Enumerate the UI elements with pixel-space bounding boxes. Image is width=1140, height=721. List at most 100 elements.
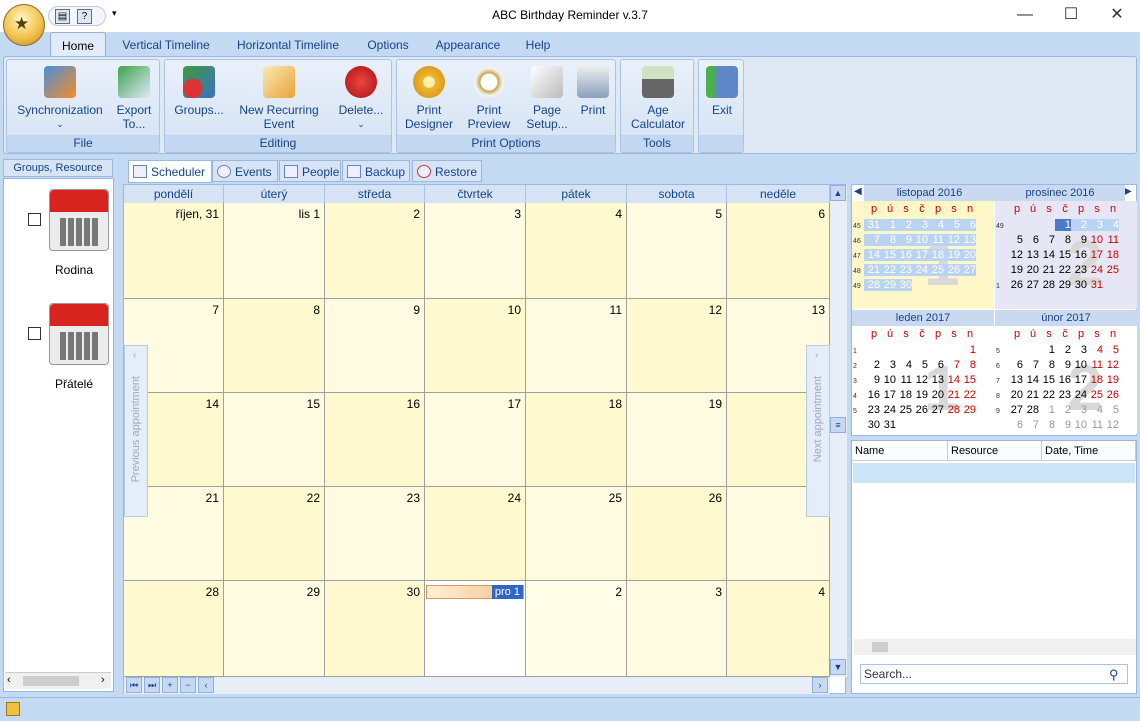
calendar-day[interactable]: 16 [1055,374,1071,386]
calendar-day[interactable]: 18 [928,249,944,261]
list-horizontal-scrollbar[interactable] [854,639,1136,655]
calendar-day[interactable]: 24 [1071,389,1087,401]
tab-events[interactable]: Events [212,160,278,182]
column-header-date-time[interactable]: Date, Time [1042,441,1136,461]
calendar-day[interactable]: 27 [1023,279,1039,291]
calendar-day[interactable]: 6 [1023,234,1039,246]
calendar-day[interactable]: 8 [1039,359,1055,371]
calendar-day[interactable]: 21 [1023,389,1039,401]
calendar-day[interactable]: 27 [928,404,944,416]
calendar-day[interactable]: 2 [896,219,912,231]
calendar-day[interactable]: 29 [880,279,896,291]
calendar-day[interactable]: 3 [1071,404,1087,416]
print-button[interactable]: Print [573,66,613,117]
calendar-day[interactable]: 30 [896,279,912,291]
calendar-day[interactable]: 3 [912,219,928,231]
scroll-left-icon[interactable]: ‹ [198,677,214,693]
calendar-day[interactable]: 23 [1055,389,1071,401]
day-cell[interactable]: 5 [627,203,727,299]
calendar-day[interactable]: 17 [1087,249,1103,261]
scheduler-vertical-scrollbar[interactable]: ▲ ≡ ▼ [830,185,847,677]
calendar-day[interactable]: 26 [1103,389,1119,401]
calendar-day[interactable]: 4 [1087,404,1103,416]
day-cell[interactable]: 17 [425,393,526,487]
day-cell[interactable]: 3 [627,581,727,677]
appointment[interactable]: pro 1 [426,585,524,599]
calendar-day[interactable]: 20 [1023,264,1039,276]
calendar-day[interactable]: 3 [1087,219,1103,231]
calendar-day[interactable]: 23 [896,264,912,276]
day-cell[interactable]: 25 [526,487,627,581]
month-title[interactable]: únor 2017 [995,310,1137,326]
calendar-day[interactable]: 26 [912,404,928,416]
calendar-day[interactable]: 18 [1103,249,1119,261]
calendar-day[interactable]: 9 [864,374,880,386]
calendar-day[interactable]: 3 [1071,344,1087,356]
calendar-day[interactable]: 27 [1007,404,1023,416]
tab-backup[interactable]: Backup [342,160,410,182]
calendar-day[interactable]: 29 [1055,279,1071,291]
calendar-day[interactable]: 12 [1103,419,1119,431]
scroll-right-icon[interactable]: › [812,677,828,693]
calendar-day[interactable]: 1 [880,219,896,231]
calendar-day[interactable]: 22 [1055,264,1071,276]
calendar-day[interactable]: 9 [1071,234,1087,246]
calendar-day[interactable]: 11 [1087,359,1103,371]
tab-horizontal-timeline[interactable]: Horizontal Timeline [228,32,348,56]
calendar-day[interactable]: 1 [1039,344,1055,356]
calendar-day[interactable]: 19 [912,389,928,401]
day-cell[interactable]: 28 [124,581,224,677]
exit-button[interactable]: Exit [703,66,741,117]
scroll-thumb[interactable] [872,642,888,652]
calendar-day[interactable]: 11 [928,234,944,246]
delete-button[interactable]: Delete... ⌄ [335,66,387,131]
calendar-day[interactable]: 14 [944,374,960,386]
calendar-day[interactable]: 13 [1023,249,1039,261]
calendar-day[interactable]: 18 [896,389,912,401]
column-header-resource[interactable]: Resource [948,441,1042,461]
calendar-day[interactable]: 22 [1039,389,1055,401]
calendar-day[interactable]: 21 [864,264,880,276]
calendar-day[interactable]: 18 [1087,374,1103,386]
calendar-day[interactable]: 5 [1103,344,1119,356]
maximize-button[interactable]: ☐ [1048,0,1094,30]
calendar-day[interactable]: 2 [864,359,880,371]
export-button[interactable]: Export To... [111,66,157,131]
day-cell[interactable]: 12 [627,299,727,393]
day-cell[interactable]: 26 [627,487,727,581]
resource-horizontal-scrollbar[interactable]: ‹ › [5,672,111,689]
calendar-day[interactable]: 5 [1007,234,1023,246]
day-cell[interactable]: 29 [224,581,325,677]
resource-checkbox[interactable] [28,327,41,340]
calendar-day[interactable]: 14 [864,249,880,261]
calendar-day[interactable]: 3 [880,359,896,371]
calendar-day[interactable]: 4 [1103,219,1119,231]
resource-item[interactable]: Přátelé [4,297,115,407]
application-menu-button[interactable]: ★ [3,4,45,46]
calendar-day[interactable]: 14 [1039,249,1055,261]
day-cell[interactable]: 4 [526,203,627,299]
scroll-down-icon[interactable]: ▼ [830,659,846,675]
scroll-left-icon[interactable]: ‹ [7,674,11,686]
calendar-day[interactable]: 8 [880,234,896,246]
tab-help[interactable]: Help [518,32,558,56]
calendar-day[interactable]: 12 [1007,249,1023,261]
day-cell[interactable]: 10 [425,299,526,393]
calendar-day[interactable]: 12 [1103,359,1119,371]
calendar-day[interactable]: 26 [1007,279,1023,291]
calendar-day[interactable]: 28 [864,279,880,291]
close-button[interactable]: ✕ [1094,0,1140,30]
groups-button[interactable]: Groups... [171,66,227,117]
calendar-day[interactable]: 5 [944,219,960,231]
column-header-name[interactable]: Name [852,441,948,461]
calendar-day[interactable]: 12 [912,374,928,386]
calendar-day[interactable]: 9 [1055,359,1071,371]
calendar-day[interactable]: 10 [1071,359,1087,371]
scroll-thumb[interactable] [23,676,79,686]
table-row[interactable] [853,463,1135,483]
calendar-day[interactable]: 13 [928,374,944,386]
synchronization-button[interactable]: Synchronization ⌄ [13,66,107,131]
calendar-day[interactable]: 2 [1055,404,1071,416]
scroll-right-icon[interactable]: › [101,674,105,686]
day-cell[interactable]: 24 [425,487,526,581]
